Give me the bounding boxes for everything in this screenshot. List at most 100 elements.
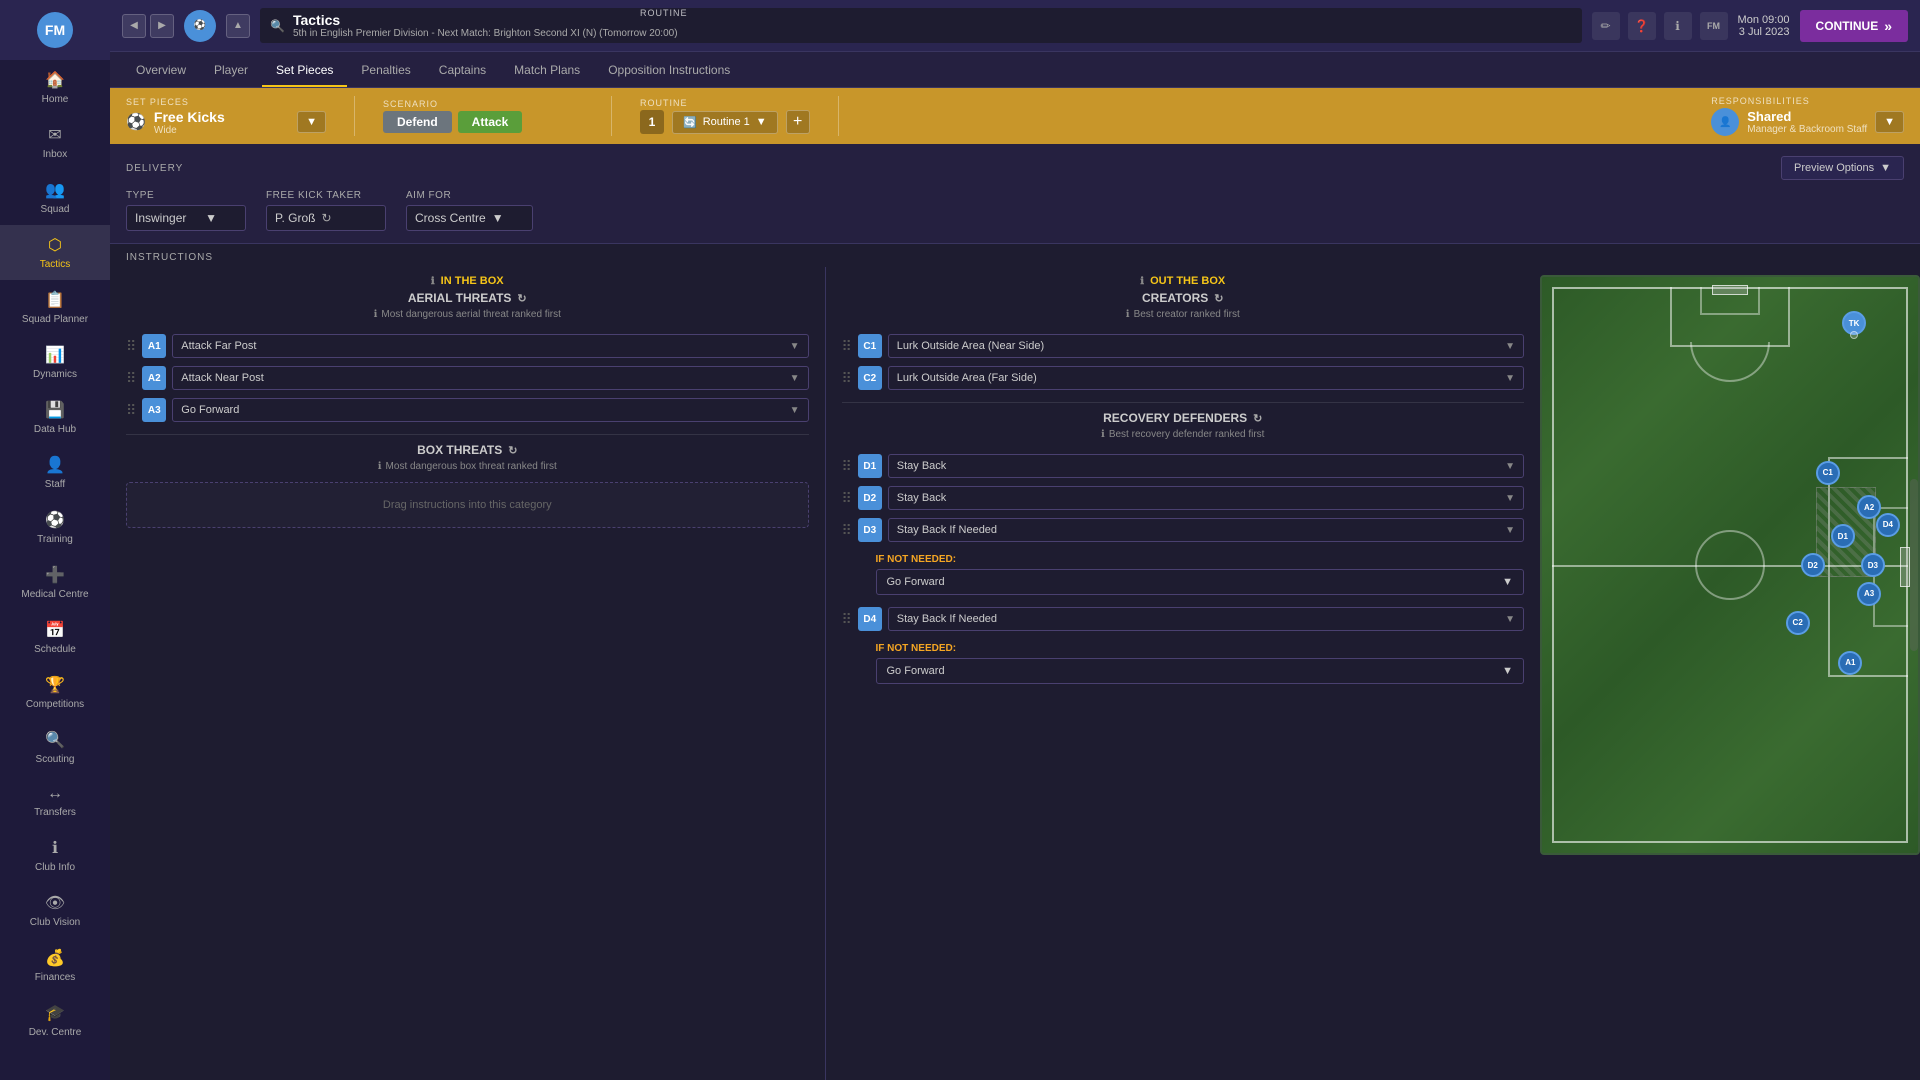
- refresh-icon[interactable]: ↻: [1214, 292, 1223, 305]
- scenario-section: SCENARIO Defend Attack: [383, 99, 583, 133]
- player-a3[interactable]: A3: [1857, 582, 1881, 606]
- drag-handle-icon[interactable]: ⠿: [842, 370, 852, 387]
- tab-penalties[interactable]: Penalties: [347, 55, 424, 87]
- scenario-buttons: Defend Attack: [383, 111, 583, 133]
- scenario-defend-button[interactable]: Defend: [383, 111, 452, 133]
- divider: [126, 434, 809, 435]
- d1-select[interactable]: Stay Back ▼: [888, 454, 1524, 478]
- badge-c1: C1: [858, 334, 882, 358]
- drag-handle-icon[interactable]: ⠿: [842, 522, 852, 539]
- nav-up-button[interactable]: ▲: [226, 14, 250, 38]
- scenario-attack-button[interactable]: Attack: [458, 111, 523, 133]
- player-d2[interactable]: D2: [1801, 553, 1825, 577]
- c2-select[interactable]: Lurk Outside Area (Far Side) ▼: [888, 366, 1524, 390]
- sidebar-item-medical[interactable]: ➕ Medical Centre: [0, 555, 110, 610]
- drag-handle-icon[interactable]: ⠿: [126, 402, 136, 419]
- sidebar-item-squad[interactable]: 👥 Squad: [0, 170, 110, 225]
- sidebar-item-transfers[interactable]: ↔ Transfers: [0, 775, 110, 828]
- continue-button[interactable]: CONTINUE »: [1800, 10, 1908, 42]
- player-d4[interactable]: D4: [1876, 513, 1900, 537]
- recovery-title: RECOVERY DEFENDERS ↻: [842, 411, 1525, 425]
- drag-handle-icon[interactable]: ⠿: [842, 458, 852, 475]
- player-d1[interactable]: D1: [1831, 524, 1855, 548]
- chevron-down-icon: ▼: [790, 373, 800, 384]
- refresh-icon[interactable]: ↻: [1253, 412, 1262, 425]
- add-routine-button[interactable]: +: [786, 110, 810, 134]
- routine-name: Routine 1: [703, 116, 750, 128]
- type-select[interactable]: Inswinger ▼: [126, 205, 246, 231]
- set-pieces-type-section: SET PIECES ⚽ Free Kicks Wide ▼: [126, 97, 326, 136]
- routine-dropdown[interactable]: 🔄 Routine 1 ▼: [672, 111, 778, 134]
- tab-match-plans[interactable]: Match Plans: [500, 55, 594, 87]
- sidebar-item-data-hub[interactable]: 💾 Data Hub: [0, 390, 110, 445]
- a3-select[interactable]: Go Forward ▼: [172, 398, 808, 422]
- sidebar-item-staff[interactable]: 👤 Staff: [0, 445, 110, 500]
- sidebar-item-competitions[interactable]: 🏆 Competitions: [0, 665, 110, 720]
- player-a2[interactable]: A2: [1857, 495, 1881, 519]
- refresh-icon[interactable]: ↻: [517, 292, 526, 305]
- drag-handle-icon[interactable]: ⠿: [842, 490, 852, 507]
- sidebar-item-schedule[interactable]: 📅 Schedule: [0, 610, 110, 665]
- chevron-down-icon: ▼: [1505, 341, 1515, 352]
- help-button[interactable]: ❓: [1628, 12, 1656, 40]
- player-d3[interactable]: D3: [1861, 553, 1885, 577]
- sidebar-item-inbox[interactable]: ✉ Inbox: [0, 115, 110, 170]
- instructions-label: INSTRUCTIONS: [126, 252, 1904, 263]
- c1-select[interactable]: Lurk Outside Area (Near Side) ▼: [888, 334, 1524, 358]
- chevron-down-icon: ▼: [790, 341, 800, 352]
- player-a1[interactable]: A1: [1838, 651, 1862, 675]
- d4-select[interactable]: Stay Back If Needed ▼: [888, 607, 1524, 631]
- tab-player[interactable]: Player: [200, 55, 262, 87]
- tab-overview[interactable]: Overview: [122, 55, 200, 87]
- competitions-icon: 🏆: [45, 675, 65, 695]
- aerial-row-a1: ⠿ A1 Attack Far Post ▼: [126, 330, 809, 362]
- continue-label: CONTINUE: [1816, 19, 1879, 33]
- box-threats-dropzone[interactable]: Drag instructions into this category: [126, 482, 809, 528]
- taker-name: P. Groß: [275, 211, 315, 225]
- club-info-icon: ℹ: [52, 838, 58, 858]
- info-icon: ℹ: [1101, 429, 1105, 440]
- refresh-icon[interactable]: ↻: [508, 444, 517, 457]
- drag-handle-icon[interactable]: ⠿: [842, 338, 852, 355]
- sidebar-item-home[interactable]: 🏠 Home: [0, 60, 110, 115]
- tab-captains[interactable]: Captains: [425, 55, 500, 87]
- sidebar-item-dev-centre[interactable]: 🎓 Dev. Centre: [0, 993, 110, 1048]
- sidebar-item-club-vision[interactable]: 👁 Club Vision: [0, 883, 110, 938]
- refresh-icon[interactable]: ↻: [321, 211, 331, 225]
- page-title: Tactics: [293, 12, 1572, 28]
- player-c2[interactable]: C2: [1786, 611, 1810, 635]
- sidebar-item-dynamics[interactable]: 📊 Dynamics: [0, 335, 110, 390]
- tab-opposition[interactable]: Opposition Instructions: [594, 55, 744, 87]
- drag-handle-icon[interactable]: ⠿: [842, 611, 852, 628]
- resp-sub: Manager & Backroom Staff: [1747, 124, 1867, 135]
- chevron-down-icon: ▼: [756, 116, 767, 128]
- info-button[interactable]: ℹ: [1664, 12, 1692, 40]
- set-piece-dropdown[interactable]: ▼: [297, 111, 326, 133]
- sidebar-item-squad-planner[interactable]: 📋 Squad Planner: [0, 280, 110, 335]
- d4-if-not-select[interactable]: Go Forward ▼: [876, 658, 1525, 684]
- aerial-hint: ℹ Most dangerous aerial threat ranked fi…: [126, 309, 809, 320]
- if-not-label-d3: IF NOT NEEDED:: [876, 554, 1525, 565]
- transfers-icon: ↔: [47, 785, 63, 803]
- sidebar-item-club-info[interactable]: ℹ Club Info: [0, 828, 110, 883]
- d2-select[interactable]: Stay Back ▼: [888, 486, 1524, 510]
- player-c1[interactable]: C1: [1816, 461, 1840, 485]
- sidebar-item-scouting[interactable]: 🔍 Scouting: [0, 720, 110, 775]
- nav-forward-button[interactable]: ▶: [150, 14, 174, 38]
- drag-handle-icon[interactable]: ⠿: [126, 338, 136, 355]
- nav-back-button[interactable]: ◀: [122, 14, 146, 38]
- scroll-indicator[interactable]: [1910, 479, 1918, 652]
- sidebar-item-tactics[interactable]: ⬡ Tactics: [0, 225, 110, 280]
- drag-handle-icon[interactable]: ⠿: [126, 370, 136, 387]
- sidebar-item-finances[interactable]: 💰 Finances: [0, 938, 110, 993]
- sidebar-item-training[interactable]: ⚽ Training: [0, 500, 110, 555]
- d3-select[interactable]: Stay Back If Needed ▼: [888, 518, 1524, 542]
- a1-select[interactable]: Attack Far Post ▼: [172, 334, 808, 358]
- d3-if-not-select[interactable]: Go Forward ▼: [876, 569, 1525, 595]
- edit-button[interactable]: ✏: [1592, 12, 1620, 40]
- tab-set-pieces[interactable]: Set Pieces: [262, 55, 347, 87]
- a2-select[interactable]: Attack Near Post ▼: [172, 366, 808, 390]
- resp-dropdown[interactable]: ▼: [1875, 111, 1904, 133]
- preview-options-button[interactable]: Preview Options ▼: [1781, 156, 1904, 180]
- aim-select[interactable]: Cross Centre ▼: [406, 205, 533, 231]
